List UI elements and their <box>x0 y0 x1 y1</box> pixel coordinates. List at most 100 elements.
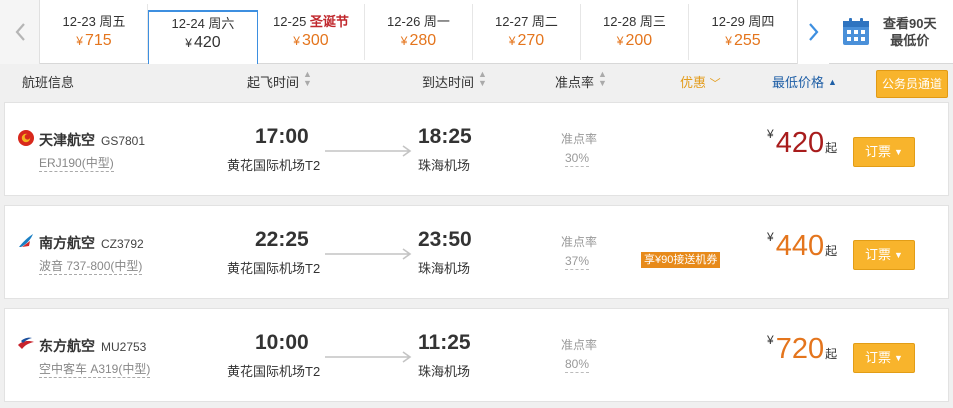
price: ¥440起 <box>767 230 837 263</box>
book-button[interactable]: 订票 ▼ <box>853 240 915 270</box>
date-tab-date: 12-28 <box>603 14 637 29</box>
on-time-rate[interactable]: 37% <box>565 254 590 270</box>
price-amount: 420 <box>775 127 825 159</box>
view-90-day-lowest-price-button[interactable]: 查看90天 最低价 <box>829 0 953 64</box>
sort-by-departure-time[interactable]: 起飞时间▲ ▼ <box>247 65 312 101</box>
date-tab-weekday: 周一 <box>423 14 450 29</box>
flight-number: GS7801 <box>101 134 146 148</box>
discount-filter-dropdown[interactable]: 优惠 ﹀ <box>680 65 721 101</box>
arrival-airport: 珠海机场 <box>418 158 471 173</box>
date-tab-weekday: 周四 <box>748 14 775 29</box>
departure-time: 22:25 <box>255 228 309 251</box>
date-tab-12-29[interactable]: 12-29 周四 ¥255 <box>689 4 797 60</box>
header-price-label: 最低价格 <box>772 75 825 90</box>
price: ¥420起 <box>767 127 837 160</box>
calendar-line-1: 查看90天 <box>883 16 937 31</box>
flight-row: 南方航空 CZ3792 波音 737-800(中型) 22:25 黄花国际机场T2… <box>4 205 949 299</box>
flight-number: MU2753 <box>101 340 147 354</box>
date-tab-price: 200 <box>625 32 653 49</box>
departure-airport: 黄花国际机场T2 <box>227 261 321 276</box>
sort-up-icon: ▲ <box>828 77 837 87</box>
currency-symbol: ¥ <box>185 36 192 50</box>
flight-arrow-icon <box>325 248 412 260</box>
departure-time: 10:00 <box>255 331 309 354</box>
date-tab-12-27[interactable]: 12-27 周二 ¥270 <box>473 4 581 60</box>
results-header: 航班信息 起飞时间▲ ▼ 到达时间▲ ▼ 准点率▲ ▼ 优惠 ﹀ 最低价格 ▲ <box>0 65 953 101</box>
sort-updown-icon: ▲ ▼ <box>478 69 487 88</box>
sort-updown-icon: ▲ ▼ <box>303 69 312 88</box>
aircraft-type-link[interactable]: 波音 737-800(中型) <box>39 258 143 275</box>
aircraft-type-link[interactable]: 空中客车 A319(中型) <box>39 361 151 378</box>
promo-badge[interactable]: 享¥90接送机券 <box>641 252 721 268</box>
sort-updown-icon: ▲ ▼ <box>598 69 607 88</box>
arrival-airport: 珠海机场 <box>418 261 471 276</box>
date-tab-12-24[interactable]: 12-24 周六 ¥420 <box>148 10 258 64</box>
sort-by-arrival-time[interactable]: 到达时间▲ ▼ <box>422 65 487 101</box>
on-time-rate[interactable]: 30% <box>565 151 590 167</box>
price-amount: 720 <box>775 333 825 365</box>
flight-number: CZ3792 <box>101 237 144 251</box>
price-suffix: 起 <box>825 347 838 361</box>
date-tab-date: 12-25 <box>273 14 307 29</box>
header-ontime-label: 准点率 <box>555 75 595 90</box>
next-dates-button[interactable] <box>797 0 829 64</box>
book-button[interactable]: 订票 ▼ <box>853 137 915 167</box>
calendar-line-2: 最低价 <box>890 33 930 48</box>
china-eastern-logo-icon <box>18 337 34 349</box>
header-discount-label: 优惠 <box>680 75 707 90</box>
date-tab-price: 420 <box>193 34 221 51</box>
date-tab-weekday: 周二 <box>531 14 558 29</box>
price: ¥720起 <box>767 333 837 366</box>
price-suffix: 起 <box>825 244 838 258</box>
sort-by-on-time-rate[interactable]: 准点率▲ ▼ <box>555 65 607 101</box>
date-tab-12-23[interactable]: 12-23 周五 ¥715 <box>41 4 148 60</box>
currency-symbol: ¥ <box>400 34 408 48</box>
chevron-right-icon <box>808 23 818 41</box>
on-time-label: 准点率 <box>561 338 598 352</box>
date-tab-holiday: 圣诞节 <box>309 14 349 29</box>
currency-symbol: ¥ <box>767 127 774 141</box>
book-label: 订票 <box>865 350 892 365</box>
date-strip: 12-23 周五 ¥715 12-24 周六 ¥420 12-25 圣诞节 ¥3… <box>0 0 953 64</box>
caret-down-icon: ▼ <box>894 353 903 363</box>
currency-symbol: ¥ <box>725 34 732 48</box>
header-departure-label: 起飞时间 <box>247 75 300 90</box>
date-tab-price: 280 <box>409 32 437 49</box>
civil-servant-channel-button[interactable]: 公务员通道 <box>876 70 948 98</box>
sort-by-lowest-price[interactable]: 最低价格 ▲ <box>772 65 837 101</box>
on-time-label: 准点率 <box>561 235 598 249</box>
flight-row: 东方航空 MU2753 空中客车 A319(中型) 10:00 黄花国际机场T2 … <box>4 308 949 402</box>
chevron-left-icon <box>15 23 25 41</box>
date-tab-price: 715 <box>84 32 112 49</box>
airline-name: 南方航空 <box>39 235 95 251</box>
flight-arrow-icon <box>325 145 412 157</box>
book-label: 订票 <box>865 247 892 262</box>
date-tab-12-28[interactable]: 12-28 周三 ¥200 <box>581 4 689 60</box>
date-tab-price: 300 <box>301 32 329 49</box>
date-tab-price: 270 <box>517 32 545 49</box>
currency-symbol: ¥ <box>293 34 300 48</box>
date-tab-date: 12-24 <box>171 16 205 31</box>
departure-time: 17:00 <box>255 125 309 148</box>
date-tab-date: 12-29 <box>711 14 745 29</box>
date-tab-weekday: 周六 <box>208 16 235 31</box>
china-southern-logo-icon <box>19 234 33 247</box>
arrival-time: 23:50 <box>418 228 472 251</box>
book-button[interactable]: 订票 ▼ <box>853 343 915 373</box>
prev-dates-button[interactable] <box>0 0 40 64</box>
aircraft-type-link[interactable]: ERJ190(中型) <box>39 155 114 172</box>
airline-name: 天津航空 <box>39 132 95 148</box>
date-tab-weekday: 周五 <box>99 14 126 29</box>
date-tab-date: 12-27 <box>495 14 529 29</box>
flight-arrow-icon <box>325 351 412 363</box>
departure-airport: 黄花国际机场T2 <box>227 364 321 379</box>
date-tab-12-26[interactable]: 12-26 周一 ¥280 <box>365 4 473 60</box>
currency-symbol: ¥ <box>767 333 774 347</box>
currency-symbol: ¥ <box>767 230 774 244</box>
date-tab-12-25[interactable]: 12-25 圣诞节 ¥300 <box>258 4 365 60</box>
book-label: 订票 <box>865 144 892 159</box>
date-tab-price: 255 <box>733 32 761 49</box>
on-time-rate[interactable]: 80% <box>565 357 590 373</box>
caret-down-icon: ▼ <box>894 147 903 157</box>
arrival-airport: 珠海机场 <box>418 364 471 379</box>
